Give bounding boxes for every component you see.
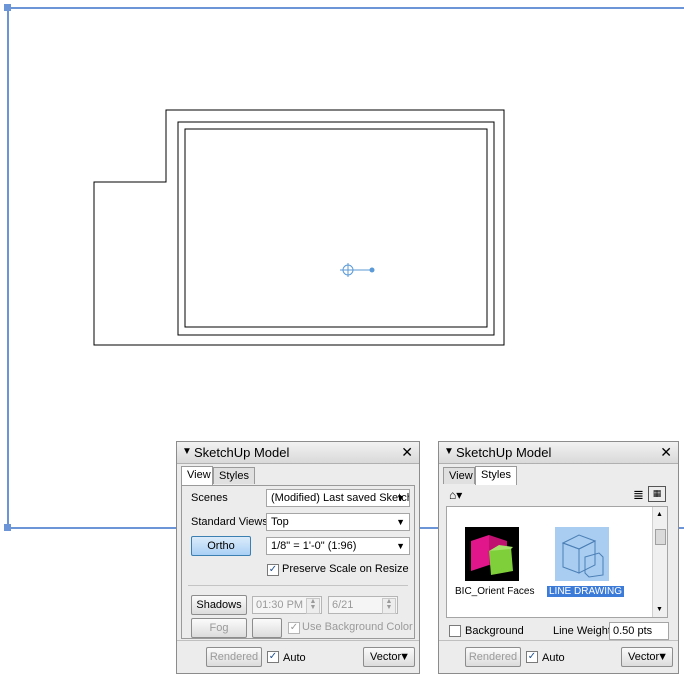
home-icon[interactable]: ⌂▾ <box>449 488 462 502</box>
vector-label: Vector <box>628 651 660 663</box>
standard-views-value: Top <box>271 516 289 528</box>
chevron-down-icon: ▼ <box>657 651 668 663</box>
shadows-button[interactable]: Shadows <box>191 595 247 615</box>
wall-inner-rect[interactable] <box>184 128 488 328</box>
collapse-triangle-icon[interactable]: ▼ <box>444 446 454 457</box>
scenes-value: (Modified) Last saved SketchU <box>271 492 410 504</box>
tab-styles[interactable]: Styles <box>475 466 517 485</box>
background-checkbox[interactable] <box>449 625 461 637</box>
fog-button[interactable]: Fog <box>191 618 247 638</box>
auto-label: Auto <box>542 652 565 664</box>
tab-view[interactable]: View <box>443 467 475 484</box>
vector-dropdown-button[interactable]: Vector ▼ <box>363 647 415 667</box>
scenes-dropdown[interactable]: (Modified) Last saved SketchU ▼ <box>266 489 410 507</box>
panel-title: SketchUp Model <box>194 445 290 460</box>
vector-label: Vector <box>370 651 402 663</box>
thumbnail-scrollbar[interactable]: ▲ ▼ <box>652 507 667 617</box>
footer-divider <box>439 640 678 641</box>
tab-styles[interactable]: Styles <box>213 467 255 484</box>
collapse-triangle-icon[interactable]: ▼ <box>182 446 192 457</box>
ortho-button[interactable]: Ortho <box>191 536 251 556</box>
building-outline[interactable] <box>93 109 505 346</box>
auto-checkbox[interactable]: ✓ <box>526 651 538 663</box>
use-bg-color-label: Use Background Color <box>302 621 413 633</box>
preserve-scale-label: Preserve Scale on Resize <box>282 563 409 575</box>
rendered-button[interactable]: Rendered <box>465 647 521 667</box>
footer-divider <box>177 640 419 641</box>
scenes-label: Scenes <box>191 492 228 504</box>
chevron-down-icon: ▼ <box>396 541 405 551</box>
wireframe-cube-icon <box>561 534 604 578</box>
divider <box>188 585 408 586</box>
scroll-up-icon[interactable]: ▲ <box>656 511 663 518</box>
time-spinner[interactable]: 01:30 PM ▲ ▼ <box>252 596 322 614</box>
tab-view[interactable]: View <box>181 466 213 485</box>
vector-dropdown-button[interactable]: Vector ▼ <box>621 647 673 667</box>
scrollbar-thumb[interactable] <box>655 529 666 545</box>
panel-title-bar[interactable]: ▼ SketchUp Model ✕ <box>177 442 419 464</box>
auto-checkbox[interactable]: ✓ <box>267 651 279 663</box>
panel-title-bar[interactable]: ▼ SketchUp Model ✕ <box>439 442 678 464</box>
date-value: 6/21 <box>332 599 354 611</box>
sketchup-model-panel-styles: ▼ SketchUp Model ✕ View Styles ⌂▾ ≣ ▦ BI… <box>438 441 679 674</box>
date-spinner[interactable]: 6/21 ▲ ▼ <box>328 596 398 614</box>
line-weight-input[interactable]: 0.50 pts <box>609 622 669 640</box>
spinner-arrows-icon[interactable]: ▲ ▼ <box>382 598 396 614</box>
rendered-button[interactable]: Rendered <box>206 647 262 667</box>
fog-color-swatch[interactable] <box>252 618 282 638</box>
style-thumb-orient-faces[interactable] <box>465 527 519 581</box>
styles-thumbnail-list[interactable]: BIC_Orient Faces LINE DRAWING ▲ ▼ <box>446 506 668 618</box>
close-icon[interactable]: ✕ <box>660 444 672 461</box>
scale-value: 1/8" = 1'-0" (1:96) <box>271 540 357 552</box>
standard-views-dropdown[interactable]: Top ▼ <box>266 513 410 531</box>
close-icon[interactable]: ✕ <box>401 444 413 461</box>
background-label: Background <box>465 625 524 637</box>
sketchup-model-panel-view: ▼ SketchUp Model ✕ View Styles Scenes (M… <box>176 441 420 674</box>
scale-dropdown[interactable]: 1/8" = 1'-0" (1:96) ▼ <box>266 537 410 555</box>
preserve-scale-checkbox[interactable]: ✓ <box>267 564 279 576</box>
view-tab-body: Scenes (Modified) Last saved SketchU ▼ S… <box>181 485 415 639</box>
chevron-down-icon: ▼ <box>396 493 405 503</box>
standard-views-label: Standard Views <box>191 516 268 528</box>
chevron-down-icon: ▼ <box>396 517 405 527</box>
use-bg-color-checkbox[interactable]: ✓ <box>288 622 300 634</box>
style-thumb-line-drawing[interactable] <box>555 527 609 581</box>
cube-preview-icon <box>471 535 513 575</box>
wall-outer-rect[interactable] <box>177 121 495 336</box>
style-label-line-drawing[interactable]: LINE DRAWING <box>547 586 624 597</box>
chevron-down-icon: ▼ <box>399 651 410 663</box>
line-weight-label: Line Weight <box>553 625 611 637</box>
scroll-down-icon[interactable]: ▼ <box>656 606 663 613</box>
style-label-orient-faces[interactable]: BIC_Orient Faces <box>455 586 534 597</box>
axis-marker-icon[interactable] <box>340 263 375 277</box>
auto-label: Auto <box>283 652 306 664</box>
frame-handle[interactable] <box>4 4 11 11</box>
panel-title: SketchUp Model <box>456 445 552 460</box>
list-view-icon[interactable]: ≣ <box>633 487 644 503</box>
spinner-arrows-icon[interactable]: ▲ ▼ <box>306 598 320 614</box>
frame-handle[interactable] <box>4 524 11 531</box>
time-value: 01:30 PM <box>256 599 304 611</box>
grid-view-icon[interactable]: ▦ <box>648 486 666 502</box>
